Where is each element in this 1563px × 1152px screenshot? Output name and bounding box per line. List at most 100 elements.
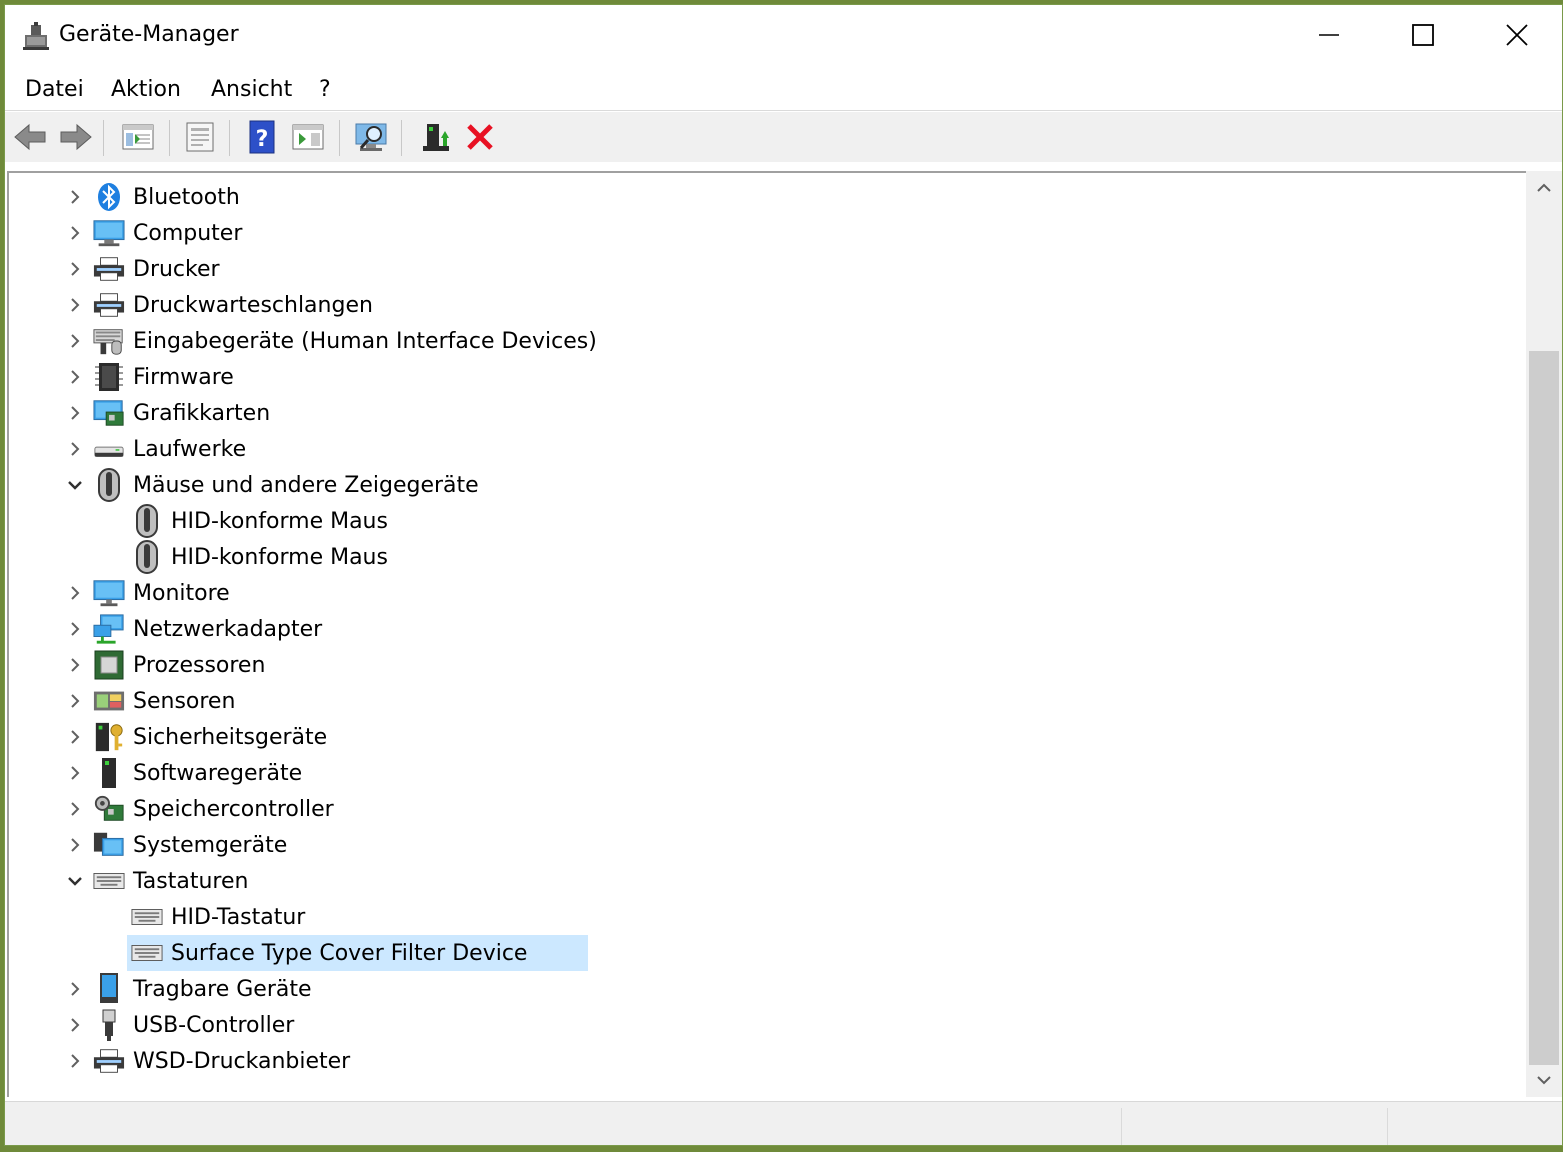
expand-toggle[interactable]	[63, 185, 87, 209]
drive-icon	[93, 434, 125, 464]
tree-node[interactable]: Tragbare Geräte	[9, 971, 1509, 1007]
tree-node-label: Eingabegeräte (Human Interface Devices)	[133, 329, 597, 354]
tree-node[interactable]: Tastaturen	[9, 863, 1509, 899]
tree-node[interactable]: Firmware	[9, 359, 1509, 395]
mouse-icon	[131, 504, 163, 538]
tree-node[interactable]: Eingabegeräte (Human Interface Devices)	[9, 323, 1509, 359]
menu-help[interactable]: ?	[319, 77, 331, 102]
tree-node[interactable]: Monitore	[9, 575, 1509, 611]
tree-node[interactable]: Sicherheitsgeräte	[9, 719, 1509, 755]
usb-icon	[93, 1009, 125, 1041]
uninstall-button[interactable]	[461, 118, 499, 156]
show-hide-tree-button[interactable]	[119, 118, 157, 156]
tree-node[interactable]: Druckwarteschlangen	[9, 287, 1509, 323]
tree-node[interactable]: HID-konforme Maus	[9, 503, 1509, 539]
forward-button[interactable]	[57, 118, 95, 156]
run-action-button[interactable]	[289, 118, 327, 156]
tree-node-label: USB-Controller	[133, 1013, 295, 1038]
keyboard-icon	[131, 938, 163, 968]
expand-toggle[interactable]	[63, 293, 87, 317]
mouse-icon	[93, 468, 125, 502]
tree-node[interactable]: USB-Controller	[9, 1007, 1509, 1043]
scroll-thumb[interactable]	[1529, 351, 1559, 1065]
expand-toggle[interactable]	[63, 833, 87, 857]
collapse-toggle[interactable]	[63, 869, 87, 893]
tree-node[interactable]: Systemgeräte	[9, 827, 1509, 863]
expand-toggle[interactable]	[63, 257, 87, 281]
close-button[interactable]	[1471, 5, 1562, 65]
security-key-icon	[93, 722, 125, 752]
maximize-button[interactable]	[1377, 5, 1469, 65]
tree-node[interactable]: Computer	[9, 215, 1509, 251]
tree-node[interactable]: HID-konforme Maus	[9, 539, 1509, 575]
expand-toggle[interactable]	[63, 437, 87, 461]
tree-node[interactable]: Prozessoren	[9, 647, 1509, 683]
tree-node[interactable]: Surface Type Cover Filter Device	[9, 935, 1509, 971]
help-button[interactable]: ?	[243, 118, 281, 156]
tree-node[interactable]: Bluetooth	[9, 179, 1509, 215]
tree-node-label: Bluetooth	[133, 185, 240, 210]
tree-node[interactable]: Netzwerkadapter	[9, 611, 1509, 647]
tree-node[interactable]: Drucker	[9, 251, 1509, 287]
toolbar-separator	[169, 120, 170, 156]
scroll-down-button[interactable]	[1526, 1063, 1562, 1097]
expand-toggle[interactable]	[63, 725, 87, 749]
tree-node[interactable]: Laufwerke	[9, 431, 1509, 467]
expand-toggle[interactable]	[63, 617, 87, 641]
chevron-right-icon	[69, 585, 81, 601]
expand-toggle[interactable]	[63, 761, 87, 785]
tree-node-label: Drucker	[133, 257, 220, 282]
processor-icon	[93, 650, 125, 680]
chevron-right-icon	[69, 297, 81, 313]
menu-datei[interactable]: Datei	[25, 77, 84, 102]
tree-node-label: Sicherheitsgeräte	[133, 725, 328, 750]
system-device-icon	[93, 830, 125, 860]
tree-node[interactable]: Speichercontroller	[9, 791, 1509, 827]
menu-aktion[interactable]: Aktion	[111, 77, 181, 102]
expand-toggle[interactable]	[63, 689, 87, 713]
vertical-scrollbar[interactable]	[1526, 171, 1562, 1097]
expand-toggle[interactable]	[63, 329, 87, 353]
expand-toggle[interactable]	[63, 401, 87, 425]
scan-hardware-button[interactable]	[353, 118, 391, 156]
title-bar[interactable]: Geräte-Manager	[5, 5, 1562, 65]
tree-node[interactable]: HID-Tastatur	[9, 899, 1509, 935]
toolbar-separator	[229, 120, 230, 156]
status-bar	[5, 1101, 1562, 1145]
printer-icon	[93, 254, 125, 284]
chevron-right-icon	[69, 801, 81, 817]
minimize-button[interactable]	[1283, 5, 1375, 65]
tree-node[interactable]: Grafikkarten	[9, 395, 1509, 431]
maximize-icon	[1412, 24, 1434, 46]
scroll-up-button[interactable]	[1526, 171, 1562, 205]
window-title: Geräte-Manager	[59, 22, 239, 47]
chevron-right-icon	[69, 621, 81, 637]
scan-hardware-icon	[355, 123, 387, 151]
back-button[interactable]	[11, 118, 49, 156]
expand-toggle[interactable]	[63, 581, 87, 605]
printer-icon	[93, 290, 125, 320]
expand-toggle[interactable]	[63, 365, 87, 389]
hid-icon	[93, 326, 125, 356]
update-driver-button[interactable]	[417, 118, 455, 156]
tree-node[interactable]: WSD-Druckanbieter	[9, 1043, 1509, 1079]
properties-button[interactable]	[181, 118, 219, 156]
tree-node-label: Softwaregeräte	[133, 761, 303, 786]
expand-toggle[interactable]	[63, 1013, 87, 1037]
tree-node[interactable]: Sensoren	[9, 683, 1509, 719]
expand-toggle[interactable]	[63, 977, 87, 1001]
expand-toggle[interactable]	[63, 797, 87, 821]
expand-toggle[interactable]	[63, 221, 87, 245]
collapse-toggle[interactable]	[63, 473, 87, 497]
device-manager-window: Geräte-Manager Datei Aktion Ansicht ? ? …	[4, 4, 1563, 1146]
svg-text:?: ?	[256, 127, 269, 152]
device-tree[interactable]: Bluetooth Computer Drucker Druckwarteschlan…	[7, 171, 1526, 1097]
menu-ansicht[interactable]: Ansicht	[211, 77, 292, 102]
tree-node[interactable]: Mäuse und andere Zeigegeräte	[9, 467, 1509, 503]
chevron-right-icon	[69, 261, 81, 277]
expand-toggle[interactable]	[63, 1049, 87, 1073]
tree-node[interactable]: Softwaregeräte	[9, 755, 1509, 791]
close-icon	[1506, 24, 1528, 46]
status-divider	[1121, 1108, 1122, 1145]
expand-toggle[interactable]	[63, 653, 87, 677]
